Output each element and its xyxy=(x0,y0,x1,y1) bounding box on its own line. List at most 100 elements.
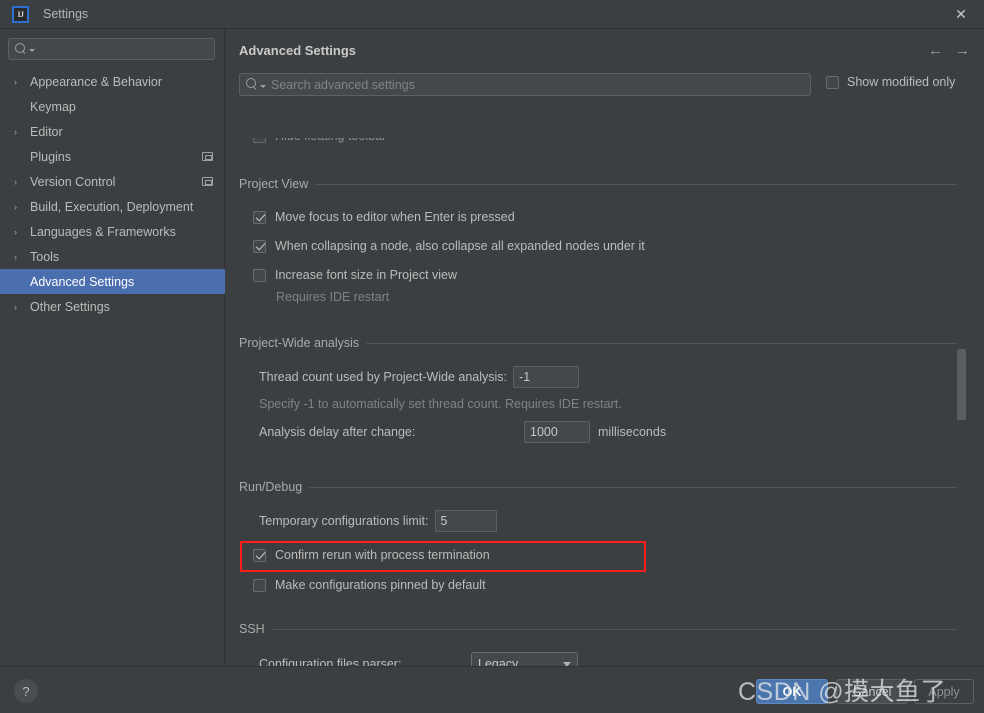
section-header: Run/Debug xyxy=(239,480,957,494)
option-increase-font-size[interactable]: Increase font size in Project view xyxy=(253,266,957,284)
option-label: Make configurations pinned by default xyxy=(275,578,486,592)
option-confirm-rerun-with-process-termination[interactable]: Confirm rerun with process termination xyxy=(253,546,957,564)
checkbox-box xyxy=(253,578,266,592)
help-button[interactable]: ? xyxy=(14,679,38,703)
sidebar-item-label: Build, Execution, Deployment xyxy=(30,199,194,214)
chevron-down-icon xyxy=(29,49,35,52)
close-icon[interactable]: ✕ xyxy=(938,0,984,29)
ssh-parser-dropdown[interactable]: Legacy xyxy=(471,652,578,666)
sidebar-item-label: Plugins xyxy=(30,149,71,164)
checkbox-box xyxy=(253,210,266,224)
thread-count-label: Thread count used by Project-Wide analys… xyxy=(259,370,508,384)
apply-button[interactable]: Apply xyxy=(914,679,974,704)
sidebar-search-input[interactable] xyxy=(8,38,215,60)
external-window-icon xyxy=(202,177,213,186)
cancel-button[interactable]: Cancel xyxy=(836,679,908,704)
section-ssh: SSH Configuration files parser: Legacy xyxy=(239,622,957,666)
sidebar-item-label: Editor xyxy=(30,124,63,139)
section-header: Project-Wide analysis xyxy=(239,336,957,350)
sidebar-item-version-control[interactable]: › Version Control xyxy=(0,169,225,194)
option-label: Increase font size in Project view xyxy=(275,268,458,282)
checkbox-box xyxy=(826,75,839,89)
analysis-delay-field-row: Analysis delay after change: 1000 millis… xyxy=(259,421,957,443)
sidebar-item-plugins[interactable]: Plugins xyxy=(0,144,225,169)
navigation-arrows: ← → xyxy=(928,43,970,58)
temp-configurations-limit-label: Temporary configurations limit: xyxy=(259,514,429,528)
temp-configurations-limit-input[interactable]: 5 xyxy=(434,510,497,532)
page-title: Advanced Settings xyxy=(239,43,357,58)
chevron-right-icon[interactable]: › xyxy=(14,227,27,237)
section-run-debug: Run/Debug Temporary configurations limit… xyxy=(239,480,957,594)
forward-arrow-icon[interactable]: → xyxy=(955,43,970,58)
settings-scroll-area[interactable]: Hide floating toolbar Project View Move … xyxy=(226,105,984,666)
analysis-delay-input[interactable]: 1000 xyxy=(524,421,590,443)
chevron-right-icon[interactable]: › xyxy=(14,77,27,87)
requires-restart-hint: Requires IDE restart xyxy=(276,290,390,304)
section-header: Project View xyxy=(239,177,957,191)
external-window-icon xyxy=(202,152,213,161)
show-modified-only-label: Show modified only xyxy=(847,75,956,89)
back-arrow-icon[interactable]: ← xyxy=(928,43,943,58)
section-title: Project View xyxy=(239,177,309,191)
checkbox-box xyxy=(253,138,266,143)
section-divider xyxy=(309,486,957,488)
checkbox-box xyxy=(253,548,266,562)
sidebar-item-label: Advanced Settings xyxy=(30,274,135,289)
search-placeholder: Search advanced settings xyxy=(271,77,415,92)
sidebar-item-label: Version Control xyxy=(30,174,116,189)
chevron-right-icon[interactable]: › xyxy=(14,127,27,137)
vertical-scrollbar-thumb[interactable] xyxy=(957,349,966,420)
sidebar: › Appearance & Behavior Keymap › Editor Plugi… xyxy=(0,29,225,666)
section-title: Project-Wide analysis xyxy=(239,336,360,350)
sidebar-item-label: Appearance & Behavior xyxy=(30,74,163,89)
sidebar-item-label: Tools xyxy=(30,249,60,264)
analysis-delay-label: Analysis delay after change: xyxy=(259,425,416,439)
ssh-parser-value: Legacy xyxy=(478,657,519,666)
sidebar-item-label: Languages & Frameworks xyxy=(30,224,176,239)
section-project-wide-analysis: Project-Wide analysis Thread count used … xyxy=(239,336,957,443)
show-modified-only-checkbox[interactable]: Show modified only xyxy=(826,75,955,89)
thread-count-hint: Specify -1 to automatically set thread c… xyxy=(259,397,622,411)
hide-floating-toolbar-option[interactable]: Hide floating toolbar xyxy=(253,129,387,143)
intellij-logo-icon: IJ xyxy=(12,5,29,23)
option-collapse-expanded-nodes[interactable]: When collapsing a node, also collapse al… xyxy=(253,237,957,255)
content-panel: Advanced Settings ← → Search advanced se… xyxy=(226,29,984,666)
sidebar-item-keymap[interactable]: Keymap xyxy=(0,94,225,119)
sidebar-item-other-settings[interactable]: › Other Settings xyxy=(0,294,225,319)
sidebar-item-tools[interactable]: › Tools xyxy=(0,244,225,269)
search-icon xyxy=(246,78,259,91)
option-make-configurations-pinned[interactable]: Make configurations pinned by default xyxy=(253,576,957,594)
section-header: SSH xyxy=(239,622,957,636)
checkbox-box xyxy=(253,268,266,282)
sidebar-item-editor[interactable]: › Editor xyxy=(0,119,225,144)
settings-tree: › Appearance & Behavior Keymap › Editor Plugi… xyxy=(0,69,225,319)
search-icon xyxy=(15,42,28,56)
thread-count-input[interactable]: -1 xyxy=(513,366,580,388)
dialog-footer: ? OK Cancel Apply xyxy=(0,666,984,713)
ok-button[interactable]: OK xyxy=(756,679,828,704)
settings-dialog: IJ Settings ✕ › Appearance & Behavior Keym… xyxy=(0,0,984,713)
advanced-settings-search-input[interactable]: Search advanced settings xyxy=(239,73,811,96)
option-label: Move focus to editor when Enter is press… xyxy=(275,210,515,224)
sidebar-item-label: Keymap xyxy=(30,99,76,114)
sidebar-item-languages-frameworks[interactable]: › Languages & Frameworks xyxy=(0,219,225,244)
chevron-down-icon xyxy=(260,84,266,88)
option-label: Confirm rerun with process termination xyxy=(275,548,490,562)
chevron-right-icon[interactable]: › xyxy=(14,202,27,212)
title-bar: IJ Settings ✕ xyxy=(0,0,984,29)
sidebar-item-appearance-behavior[interactable]: › Appearance & Behavior xyxy=(0,69,225,94)
section-divider xyxy=(366,342,957,344)
temp-configurations-limit-row: Temporary configurations limit: 5 xyxy=(259,510,957,532)
hide-floating-toolbar-label: Hide floating toolbar xyxy=(275,129,387,143)
section-divider xyxy=(315,183,957,185)
option-label: When collapsing a node, also collapse al… xyxy=(275,239,645,253)
sidebar-item-build-execution-deployment[interactable]: › Build, Execution, Deployment xyxy=(0,194,225,219)
checkbox-box xyxy=(253,239,266,253)
option-move-focus-to-editor[interactable]: Move focus to editor when Enter is press… xyxy=(253,208,957,226)
chevron-right-icon[interactable]: › xyxy=(14,177,27,187)
sidebar-item-advanced-settings[interactable]: Advanced Settings xyxy=(0,269,225,294)
chevron-right-icon[interactable]: › xyxy=(14,252,27,262)
section-title: SSH xyxy=(239,622,265,636)
chevron-right-icon[interactable]: › xyxy=(14,302,27,312)
thread-count-field-row: Thread count used by Project-Wide analys… xyxy=(259,366,957,388)
